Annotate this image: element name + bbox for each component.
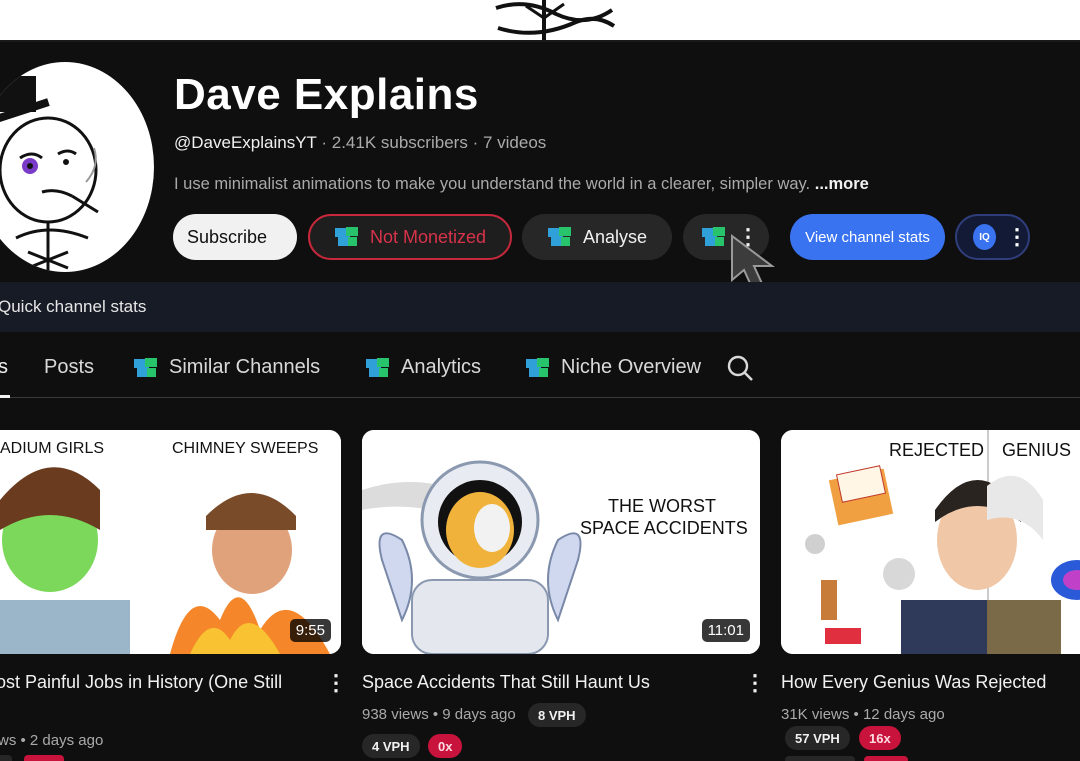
upload-age: 9 days ago — [442, 706, 516, 723]
thumbnail-illustration-icon — [781, 430, 1080, 654]
channel-handle[interactable]: @DaveExplainsYT — [174, 133, 317, 152]
iq-badge-icon: IQ — [973, 224, 996, 250]
meta-separator: • — [432, 706, 443, 723]
tab-label: Similar Channels — [169, 356, 321, 378]
channel-tabs: s Posts Similar Channels Analytics Niche… — [0, 350, 1080, 398]
not-monetized-label: Not Monetized — [369, 226, 487, 247]
video-meta: ws • 2 days ago — [0, 732, 104, 749]
tab-videos[interactable]: s — [0, 356, 8, 379]
not-monetized-button[interactable]: Not Monetized — [308, 214, 512, 260]
vph-pill-fragment — [0, 755, 12, 761]
vidiq-extension-icon — [701, 226, 727, 248]
tab-analytics[interactable]: Analytics — [365, 356, 481, 379]
active-tab-indicator — [0, 395, 10, 398]
view-stats-label: View channel stats — [805, 228, 930, 246]
video-title[interactable]: How Every Genius Was Rejected — [781, 672, 1046, 693]
tab-label: s — [0, 356, 8, 378]
video-thumbnail[interactable]: REJECTED GENIUS — [781, 430, 1080, 654]
tab-similar-channels[interactable]: Similar Channels — [133, 356, 320, 379]
analyse-button[interactable]: Analyse — [522, 214, 672, 260]
channel-name: Dave Explains — [174, 70, 479, 119]
video-meta: 938 views • 9 days ago — [362, 706, 516, 723]
meta-separator: · — [472, 133, 483, 152]
vidiq-extension-icon — [525, 357, 551, 379]
iq-menu-button[interactable]: IQ ⋮ — [955, 214, 1030, 260]
video-thumbnail[interactable]: ADIUM GIRLS CHIMNEY SWEEPS 9:55 — [0, 430, 341, 654]
vidiq-extension-icon — [365, 357, 391, 379]
analyse-label: Analyse — [582, 226, 648, 247]
channel-avatar[interactable] — [0, 62, 154, 272]
tab-label: Niche Overview — [561, 356, 702, 378]
vph-pill: 4 VPH — [362, 734, 420, 758]
view-channel-stats-button[interactable]: View channel stats — [790, 214, 945, 260]
vidiq-extension-icon — [334, 226, 360, 248]
tab-niche-overview[interactable]: Niche Overview — [525, 356, 701, 379]
multiplier-pill: 16x — [859, 726, 901, 750]
video-title[interactable]: ost Painful Jobs in History (One Still — [0, 672, 282, 693]
channel-banner — [0, 0, 1080, 42]
extra-pill-fragment — [864, 756, 908, 761]
thumbnail-text-line1: THE WORST — [608, 496, 716, 516]
thumbnail-text-line2: SPACE ACCIDENTS — [580, 518, 748, 538]
multiplier-pill-fragment — [24, 755, 64, 761]
video-duration: 11:01 — [701, 619, 750, 642]
tab-label: Analytics — [401, 356, 482, 378]
quick-stats-label: Quick channel stats — [0, 297, 147, 316]
thumbnail-text-right: CHIMNEY SWEEPS — [172, 440, 319, 457]
more-vertical-icon: ⋮ — [1006, 224, 1028, 249]
tab-label: Posts — [44, 356, 95, 378]
subscriber-count: 2.41K subscribers — [331, 133, 468, 152]
video-title[interactable]: Space Accidents That Still Haunt Us — [362, 672, 650, 693]
meta-separator: · — [321, 133, 332, 152]
search-icon[interactable] — [726, 354, 754, 382]
subscribe-button[interactable]: Subscribe — [173, 214, 297, 260]
more-vertical-icon[interactable]: ⋮ — [744, 670, 766, 696]
video-count: 7 videos — [482, 133, 547, 152]
thumbnail-illustration-icon — [362, 430, 760, 654]
description-text: I use minimalist animations to make you … — [174, 175, 811, 193]
vidiq-extension-icon — [547, 226, 573, 248]
video-meta: 31K views • 12 days ago — [781, 706, 945, 723]
channel-meta: @DaveExplainsYT · 2.41K subscribers · 7 … — [174, 133, 546, 153]
thumbnail-text-left: ADIUM GIRLS — [0, 440, 105, 457]
vph-pill: 8 VPH — [528, 703, 586, 727]
view-count: 938 views — [362, 706, 429, 723]
video-thumbnail[interactable]: THE WORST SPACE ACCIDENTS 11:01 — [362, 430, 760, 654]
quick-channel-stats-bar[interactable]: Quick channel stats — [0, 282, 1080, 332]
stick-figure-avatar-icon — [0, 76, 99, 272]
meta-separator: • — [853, 706, 863, 723]
view-count: 31K views — [781, 706, 850, 723]
vph-pill: 57 VPH — [785, 726, 850, 750]
multiplier-pill: 0x — [428, 734, 463, 758]
upload-age: 12 days ago — [862, 706, 945, 723]
thumbnail-text-left: REJECTED — [889, 440, 985, 460]
thumbnail-text-right: GENIUS — [1002, 440, 1072, 460]
description-more-link[interactable]: ...more — [815, 175, 869, 193]
banner-sketch-icon — [495, 0, 616, 40]
extra-pill-fragment — [785, 756, 855, 761]
tab-posts[interactable]: Posts — [44, 356, 94, 379]
video-duration: 9:55 — [289, 619, 331, 642]
channel-description[interactable]: I use minimalist animations to make you … — [174, 175, 869, 194]
subscribe-label: Subscribe — [187, 226, 268, 247]
vidiq-extension-icon — [133, 357, 159, 379]
more-vertical-icon[interactable]: ⋮ — [325, 670, 347, 696]
